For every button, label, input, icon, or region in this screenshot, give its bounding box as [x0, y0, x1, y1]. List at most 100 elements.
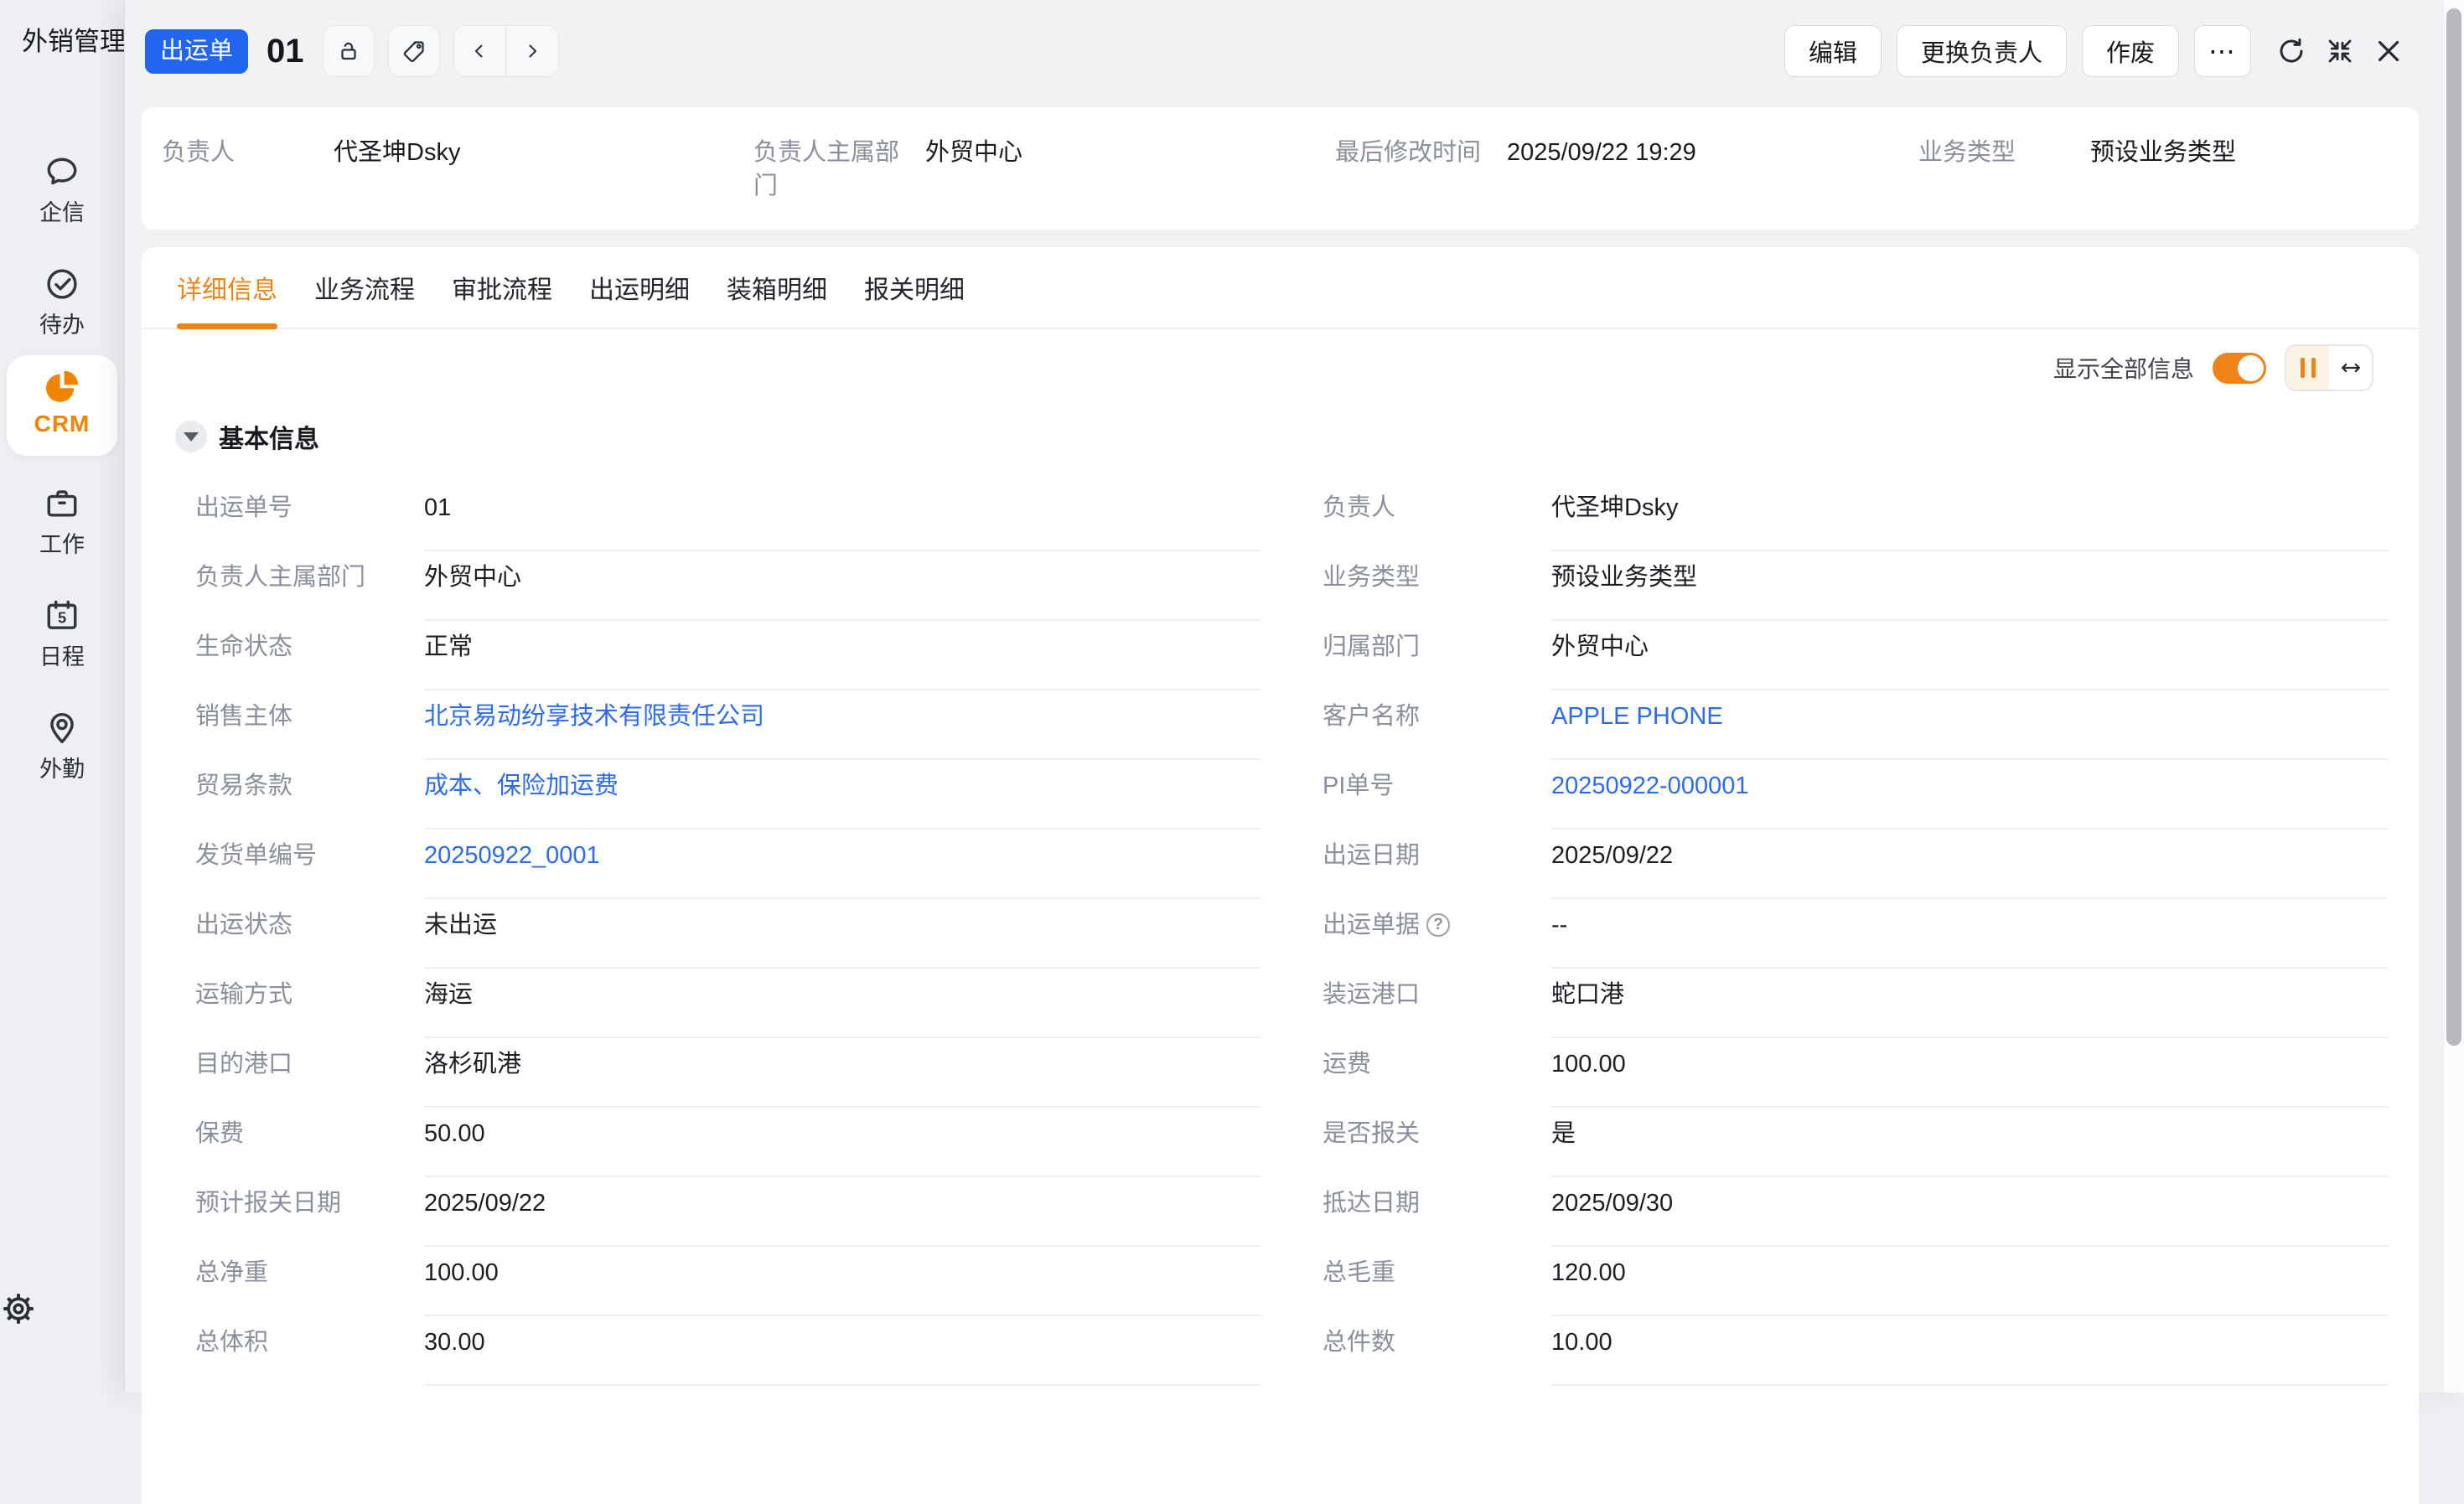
field-row: 业务类型 预设业务类型 — [1323, 551, 2389, 621]
field-row: 贸易条款 成本、保险加运费 — [195, 760, 1261, 830]
summary-value: 预设业务类型 — [2090, 136, 2236, 169]
field-label: 总净重 — [195, 1247, 424, 1316]
field-row: 总体积 30.00 — [195, 1316, 1261, 1386]
lock-button[interactable] — [323, 25, 375, 77]
tab-detail-info[interactable]: 详细信息 — [177, 247, 277, 328]
app-title: 外销管理 — [22, 20, 126, 58]
section-basic-info[interactable]: 基本信息 — [175, 418, 2419, 455]
field-row: 客户名称 APPLE PHONE — [1323, 690, 2389, 760]
field-label: 总件数 — [1323, 1316, 1551, 1386]
summary-owner: 负责人 代圣坤Dsky — [162, 136, 460, 169]
sidebar-item-schedule[interactable]: 5 日程 — [0, 597, 124, 671]
tag-icon — [401, 39, 427, 64]
sidebar-item-label: 日程 — [0, 638, 124, 671]
field-value: 预设业务类型 — [1551, 551, 2389, 621]
chat-bubble-icon — [43, 152, 81, 191]
summary-label: 负责人 — [162, 136, 334, 169]
field-value: 2025/09/30 — [1551, 1177, 2389, 1247]
section-title: 基本信息 — [219, 418, 319, 455]
field-label: 销售主体 — [195, 690, 424, 760]
calendar-icon: 5 — [43, 597, 81, 635]
tab-shipment-lines[interactable]: 出运明细 — [589, 247, 690, 328]
two-column-layout-button[interactable] — [2286, 346, 2329, 390]
edit-button[interactable]: 编辑 — [1784, 25, 1882, 77]
sidebar-item-label: 待办 — [0, 307, 124, 339]
collapse-window-button[interactable] — [2325, 36, 2355, 66]
summary-last-modified: 最后修改时间 2025/09/22 19:29 — [1335, 136, 1696, 169]
void-button[interactable]: 作废 — [2082, 25, 2179, 77]
field-label: 装运港口 — [1323, 969, 1551, 1038]
field-value: -- — [1551, 899, 2389, 969]
refresh-button[interactable] — [2276, 36, 2306, 66]
tag-button[interactable] — [388, 25, 440, 77]
tab-business-flow[interactable]: 业务流程 — [314, 247, 415, 328]
field-label: 是否报关 — [1323, 1108, 1551, 1177]
prev-record-button[interactable] — [454, 26, 506, 76]
field-value: 正常 — [424, 621, 1261, 690]
field-label: 保费 — [195, 1108, 424, 1177]
tab-customs-lines[interactable]: 报关明细 — [864, 247, 965, 328]
field-label: 出运日期 — [1323, 830, 1551, 899]
field-row: 总件数 10.00 — [1323, 1316, 2389, 1386]
close-icon — [2373, 36, 2404, 66]
sidebar-item-work[interactable]: 工作 — [0, 484, 124, 559]
next-record-button[interactable] — [506, 26, 558, 76]
full-width-layout-button[interactable] — [2329, 346, 2372, 390]
tab-bar: 详细信息 业务流程 审批流程 出运明细 装箱明细 报关明细 — [142, 247, 2419, 329]
tab-approval-flow[interactable]: 审批流程 — [452, 247, 552, 328]
close-button[interactable] — [2373, 36, 2404, 66]
field-label: 负责人主属部门 — [195, 551, 424, 621]
detail-toolbar: 显示全部信息 — [142, 329, 2419, 406]
field-row: 目的港口 洛杉矶港 — [195, 1038, 1261, 1108]
field-value-link[interactable]: APPLE PHONE — [1551, 690, 2389, 760]
sidebar-item-field[interactable]: 外勤 — [0, 709, 124, 783]
check-circle-icon — [43, 265, 81, 303]
sidebar-item-label: 工作 — [0, 526, 124, 559]
detail-card: 详细信息 业务流程 审批流程 出运明细 装箱明细 报关明细 显示全部信息 基本信… — [142, 247, 2419, 1504]
field-row: 出运单据 ? -- — [1323, 899, 2389, 969]
field-row: 运费 100.00 — [1323, 1038, 2389, 1108]
pie-chart-icon — [42, 367, 82, 407]
tab-packing-lines[interactable]: 装箱明细 — [727, 247, 827, 328]
field-row: 生命状态 正常 — [195, 621, 1261, 690]
sidebar-item-todo[interactable]: 待办 — [0, 265, 124, 339]
collapse-section-button[interactable] — [175, 421, 207, 452]
field-value-link[interactable]: 成本、保险加运费 — [424, 760, 1261, 830]
summary-value: 代圣坤Dsky — [334, 136, 460, 169]
summary-label: 业务类型 — [1918, 136, 2090, 169]
sidebar-item-crm-active[interactable]: CRM — [7, 355, 117, 456]
toggle-knob — [2238, 355, 2264, 381]
field-row: 保费 50.00 — [195, 1108, 1261, 1177]
show-all-toggle[interactable] — [2213, 353, 2266, 384]
refresh-icon — [2276, 36, 2306, 66]
chevron-left-icon — [469, 41, 489, 61]
field-label: 出运单据 ? — [1323, 899, 1551, 969]
field-row: 运输方式 海运 — [195, 969, 1261, 1038]
layout-switcher — [2285, 344, 2373, 391]
field-value: 外贸中心 — [424, 551, 1261, 621]
sidebar-item-qixin[interactable]: 企信 — [0, 152, 124, 227]
briefcase-icon — [43, 484, 81, 523]
field-column-left: 出运单号 01 负责人主属部门 外贸中心 生命状态 正常 销售主体 北京易动纷享… — [195, 482, 1261, 1386]
settings-button[interactable] — [0, 1290, 124, 1327]
summary-card: 负责人 代圣坤Dsky 负责人主属部门 外贸中心 最后修改时间 2025/09/… — [142, 107, 2419, 230]
field-value-link[interactable]: 北京易动纷享技术有限责任公司 — [424, 690, 1261, 760]
help-icon[interactable]: ? — [1426, 913, 1450, 937]
scrollbar-track[interactable] — [2443, 0, 2464, 1393]
field-value-link[interactable]: 20250922-000001 — [1551, 760, 2389, 830]
change-owner-button[interactable]: 更换负责人 — [1897, 25, 2067, 77]
summary-owner-department: 负责人主属部门 外贸中心 — [753, 136, 1022, 203]
field-row: 销售主体 北京易动纷享技术有限责任公司 — [195, 690, 1261, 760]
sidebar-item-label: 企信 — [0, 194, 124, 227]
columns-icon — [2301, 358, 2316, 378]
more-actions-button[interactable]: ⋯ — [2194, 25, 2251, 77]
field-row: 总净重 100.00 — [195, 1247, 1261, 1316]
left-right-arrow-icon — [2339, 356, 2363, 380]
field-value: 外贸中心 — [1551, 621, 2389, 690]
scrollbar-thumb[interactable] — [2446, 8, 2461, 1046]
field-value-link[interactable]: 20250922_0001 — [424, 830, 1261, 899]
field-value: 100.00 — [1551, 1038, 2389, 1108]
svg-text:5: 5 — [58, 609, 66, 626]
field-row: 归属部门 外贸中心 — [1323, 621, 2389, 690]
field-label: PI单号 — [1323, 760, 1551, 830]
